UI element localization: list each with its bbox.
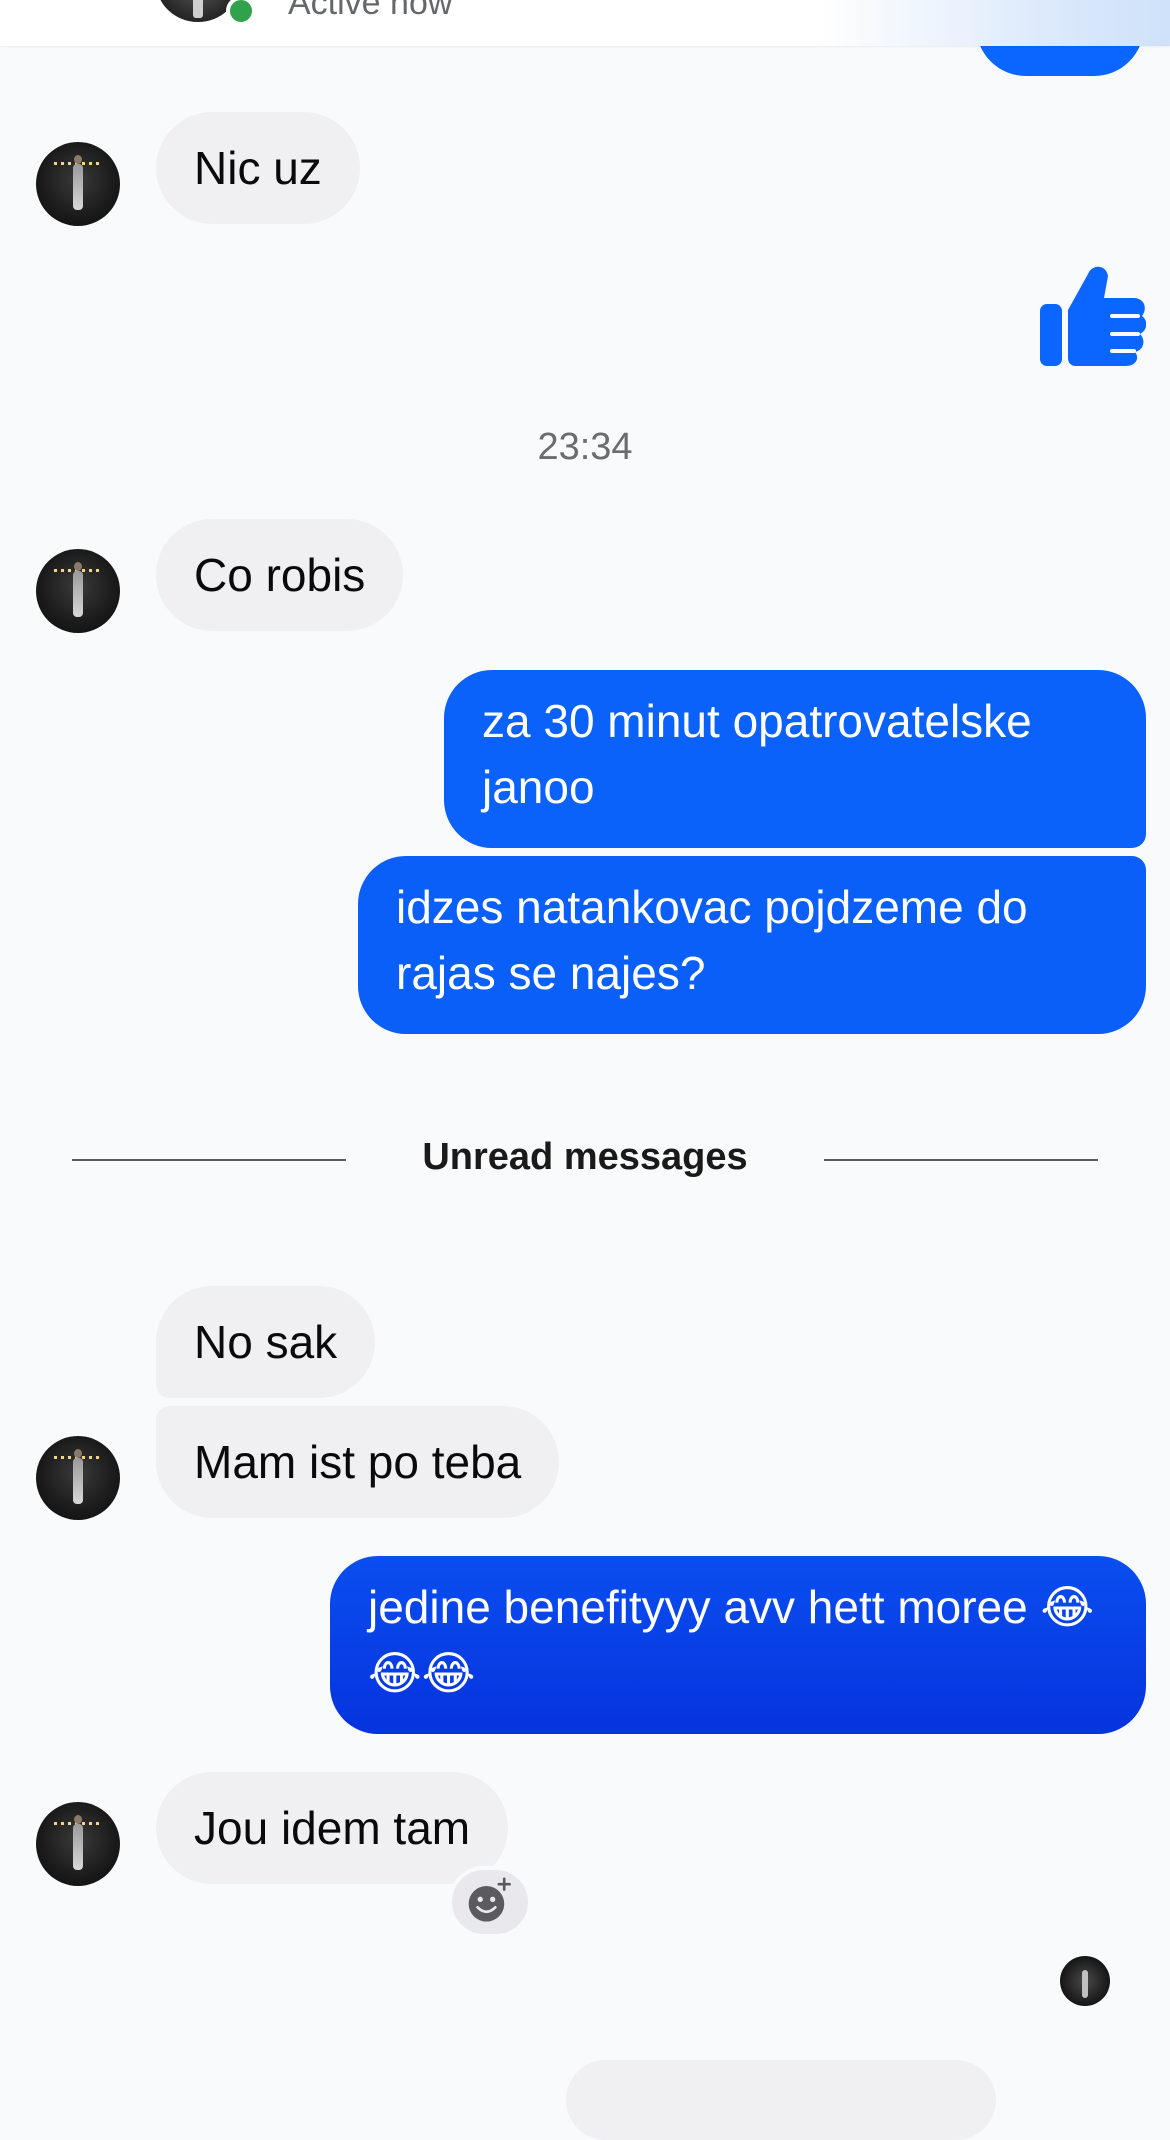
online-status-dot (226, 0, 256, 26)
unread-messages-divider: Unread messages (422, 1136, 748, 1178)
add-reaction-icon (468, 1877, 511, 1922)
sender-avatar[interactable] (36, 142, 120, 226)
incoming-message-partial[interactable] (566, 2060, 996, 2140)
sender-avatar[interactable] (36, 549, 120, 633)
incoming-message[interactable]: Co robis (156, 519, 404, 631)
incoming-message[interactable]: Nic uz (156, 112, 360, 224)
outgoing-message[interactable]: idzes natankovac pojdzeme do rajas se na… (358, 856, 1146, 1034)
thumbs-up-icon[interactable] (1036, 260, 1146, 370)
sender-avatar[interactable] (36, 1802, 120, 1886)
add-reaction-button[interactable] (448, 1866, 532, 1938)
outgoing-message[interactable]: jedine benefityyy avv hett moree 😂😂😂 (330, 1556, 1146, 1734)
incoming-message[interactable]: No sak (156, 1286, 376, 1398)
outgoing-message[interactable]: za 30 minut opatrovatelske janoo (444, 670, 1146, 848)
active-status: Active now (288, 0, 453, 22)
chat-header: Active now (0, 0, 1170, 46)
read-receipt-avatar (1060, 1956, 1110, 2006)
timestamp: 23:34 (537, 426, 633, 468)
sender-avatar[interactable] (36, 1436, 120, 1520)
incoming-message[interactable]: Jou idem tam (156, 1772, 509, 1884)
incoming-message[interactable]: Mam ist po teba (156, 1406, 560, 1518)
